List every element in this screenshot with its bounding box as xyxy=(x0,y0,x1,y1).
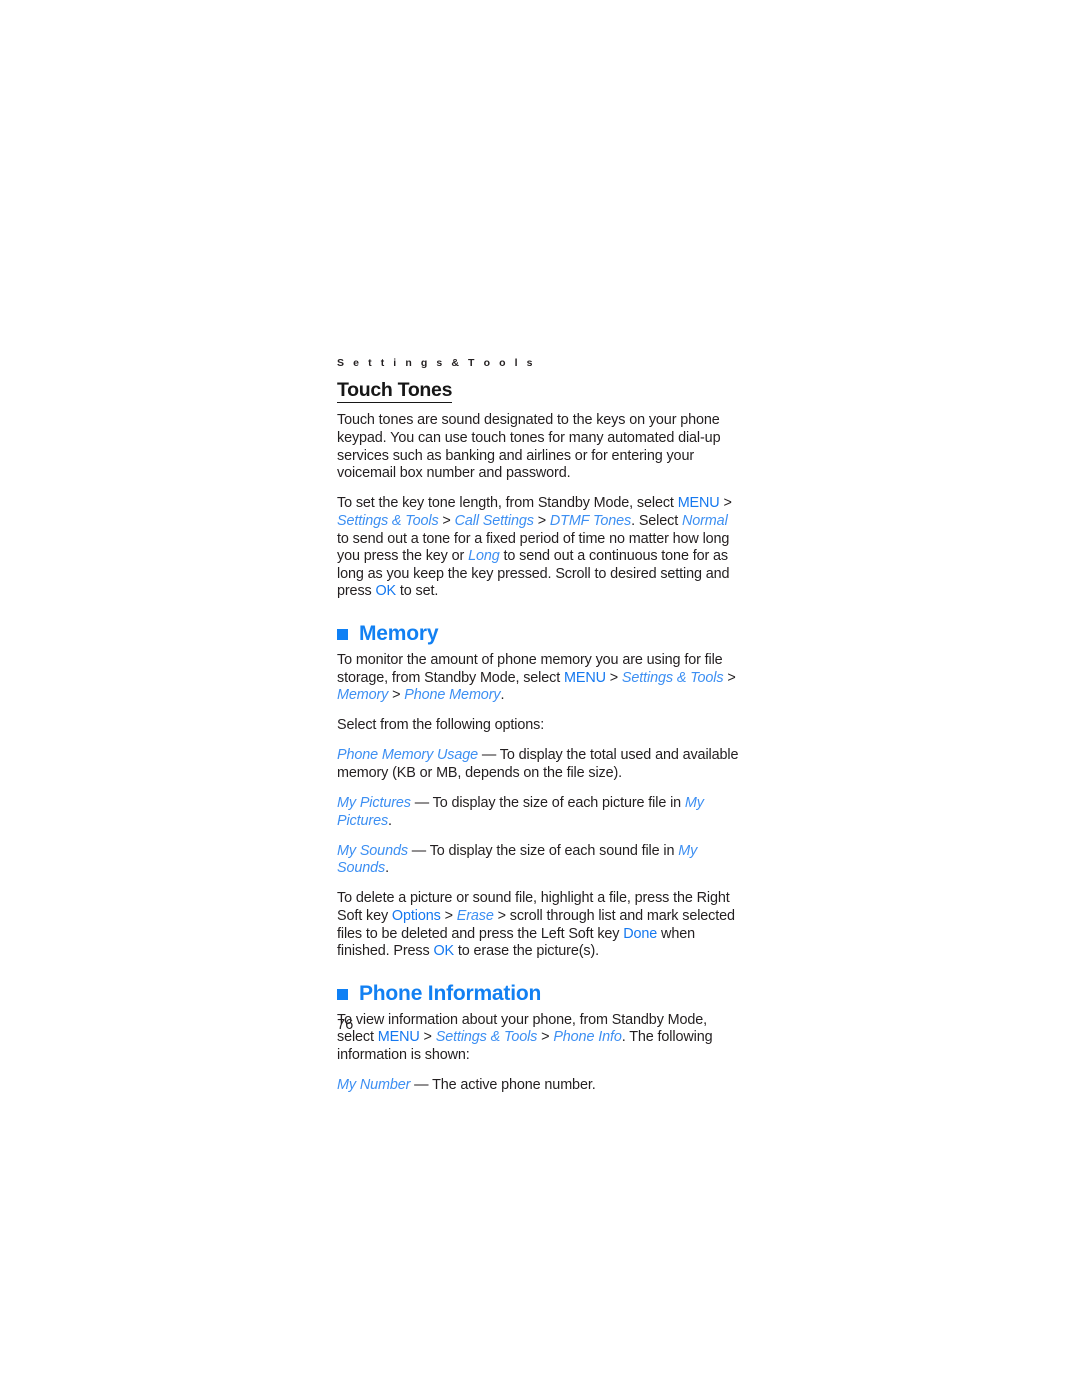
paragraph-memory-options-lead: Select from the following options: xyxy=(337,717,739,735)
ui-label-options: Options xyxy=(391,907,441,924)
ui-label-ok: OK xyxy=(375,583,397,600)
text-run: . xyxy=(385,860,389,877)
text-run: Touch tones are sound designated to the … xyxy=(337,412,721,482)
text-run: — The active phone number. xyxy=(410,1077,596,1094)
menu-path-erase: Erase xyxy=(456,907,494,924)
ui-label-menu: MENU xyxy=(677,495,720,512)
path-separator: > xyxy=(723,669,736,686)
list-item-my-pictures: My Pictures — To display the size of eac… xyxy=(337,795,739,830)
menu-path-settings-tools: Settings & Tools xyxy=(337,512,439,529)
path-separator: > xyxy=(440,907,457,924)
section-touch-tones: Touch Tones Touch tones are sound design… xyxy=(337,379,739,601)
path-separator: > xyxy=(438,512,455,529)
text-run: . xyxy=(500,687,505,704)
path-separator: > xyxy=(719,495,732,512)
square-bullet-icon xyxy=(337,989,348,1001)
list-item-phone-memory-usage: Phone Memory Usage — To display the tota… xyxy=(337,747,739,782)
option-label-my-sounds: My Sounds xyxy=(337,842,408,859)
page-content-column: S e t t i n g s & T o o l s Touch Tones … xyxy=(337,357,739,1095)
path-separator: > xyxy=(537,1029,554,1046)
page-number: 76 xyxy=(337,1017,354,1033)
paragraph-memory-delete-steps: To delete a picture or sound file, highl… xyxy=(337,890,739,960)
section-phone-information: Phone Information To view information ab… xyxy=(337,981,739,1095)
paragraph-phone-information-intro: To view information about your phone, fr… xyxy=(337,1012,739,1065)
path-separator: > xyxy=(419,1029,436,1046)
option-long: Long xyxy=(468,548,500,565)
ui-label-menu: MENU xyxy=(377,1029,420,1046)
section-heading-touch-tones: Touch Tones xyxy=(337,379,452,404)
ui-label-done: Done xyxy=(623,925,658,942)
menu-path-memory: Memory xyxy=(337,687,389,704)
list-item-my-sounds: My Sounds — To display the size of each … xyxy=(337,843,739,878)
menu-path-phone-memory: Phone Memory xyxy=(404,687,501,704)
text-run: Select from the following options: xyxy=(337,717,545,734)
text-run: To set the key tone length, from Standby… xyxy=(337,495,678,512)
section-memory: Memory To monitor the amount of phone me… xyxy=(337,621,739,961)
option-label-my-number: My Number xyxy=(337,1077,411,1094)
option-normal: Normal xyxy=(681,512,728,529)
text-run: to set. xyxy=(396,583,439,600)
text-run: — To display the size of each picture fi… xyxy=(410,794,685,811)
option-label-my-pictures: My Pictures xyxy=(337,794,411,811)
section-heading-memory: Memory xyxy=(337,621,739,645)
menu-path-call-settings: Call Settings xyxy=(454,512,534,529)
section-heading-phone-information: Phone Information xyxy=(337,981,739,1005)
manual-page: S e t t i n g s & T o o l s Touch Tones … xyxy=(0,0,1080,1397)
text-run: — To display the size of each sound file… xyxy=(407,842,679,859)
paragraph-touch-tones-intro: Touch tones are sound designated to the … xyxy=(337,412,739,482)
menu-path-settings-tools: Settings & Tools xyxy=(621,669,724,686)
list-item-my-number: My Number — The active phone number. xyxy=(337,1077,739,1095)
menu-path-phone-info: Phone Info xyxy=(553,1029,622,1046)
path-separator: > xyxy=(388,687,405,704)
path-separator: > xyxy=(605,669,622,686)
path-separator: > xyxy=(533,512,550,529)
square-bullet-icon xyxy=(337,629,348,641)
text-run: to erase the picture(s). xyxy=(454,943,599,960)
option-label-phone-memory-usage: Phone Memory Usage xyxy=(337,747,479,764)
paragraph-memory-intro: To monitor the amount of phone memory yo… xyxy=(337,652,739,705)
running-head: S e t t i n g s & T o o l s xyxy=(337,357,536,369)
section-heading-memory-label: Memory xyxy=(359,621,439,645)
menu-path-dtmf-tones: DTMF Tones xyxy=(549,512,632,529)
ui-label-ok: OK xyxy=(433,943,455,960)
paragraph-touch-tones-steps: To set the key tone length, from Standby… xyxy=(337,495,739,601)
text-run: . xyxy=(388,812,392,829)
text-run: . Select xyxy=(631,512,682,529)
section-heading-phone-information-label: Phone Information xyxy=(359,981,542,1005)
ui-label-menu: MENU xyxy=(563,669,606,686)
menu-path-settings-tools: Settings & Tools xyxy=(435,1029,538,1046)
